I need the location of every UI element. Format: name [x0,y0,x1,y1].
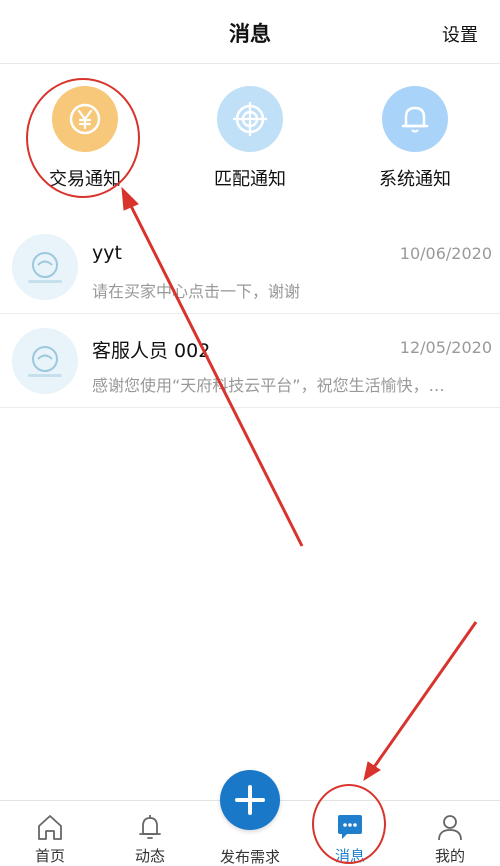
annotation-arrows [121,186,478,782]
annotation-arrow-up [121,186,304,547]
annotation-arrow-down [363,621,478,782]
